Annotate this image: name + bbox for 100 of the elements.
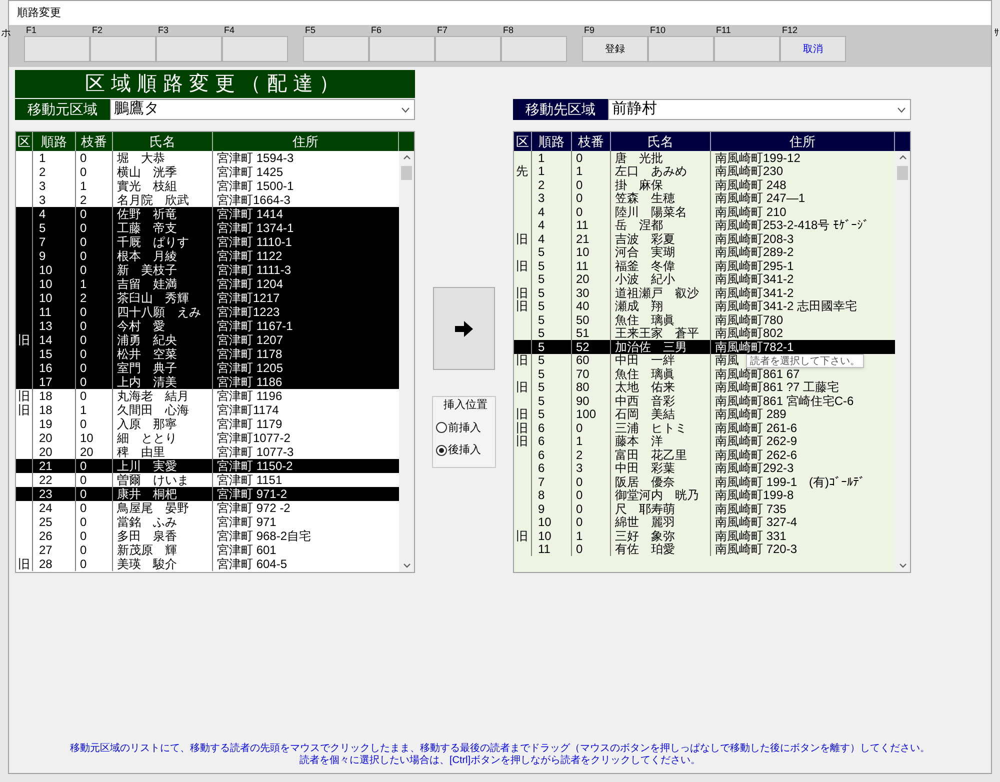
area-dropdown[interactable]: 鵬鷹タ (110, 99, 415, 120)
table-cell: 25 (39, 516, 52, 528)
list-row[interactable]: 17 0 上内 清美 宮津町 1186 (16, 375, 399, 389)
list-row[interactable]: 4 11 岳 涅都 南風崎町253-2-418号 ﾓｹﾞｰｼﾞ (514, 218, 895, 232)
list-row[interactable]: 5 10 河合 実瑚 南風崎町289-2 (514, 246, 895, 259)
list-row[interactable]: 16 0 室門 典子 宮津町 1205 (16, 361, 399, 375)
function-key-button[interactable] (90, 36, 156, 62)
list-row[interactable]: 15 0 松井 空菜 宮津町 1178 (16, 347, 399, 361)
list-row[interactable]: 旧 18 0 丸海老 結月 宮津町 1196 (16, 389, 399, 403)
scrollbar-thumb[interactable] (897, 166, 908, 180)
table-cell: 根本 月綾 (117, 250, 177, 262)
function-key-button[interactable] (501, 36, 567, 62)
list-row[interactable]: 5 90 中西 音彩 南風崎町861 宮崎住宅C-6 (514, 394, 895, 408)
scrollbar[interactable] (895, 151, 910, 572)
scroll-down-icon[interactable] (898, 563, 906, 568)
function-key-button[interactable] (222, 36, 288, 62)
list-row[interactable]: 4 0 佐野 祈竜 宮津町 1414 (16, 207, 399, 221)
list-row[interactable]: 4 0 陸川 陽菜名 南風崎町 210 (514, 205, 895, 218)
function-key-label: F11 (715, 25, 732, 36)
list-row[interactable]: 旧 5 80 太地 佑来 南風崎町861 ?7 工藤宅 (514, 380, 895, 394)
list-row[interactable]: 6 2 富田 花乙里 南風崎町 262-6 (514, 448, 895, 462)
list-row[interactable]: 9 0 尺 耶寿萌 南風崎町 735 (514, 502, 895, 516)
function-key-button[interactable] (24, 36, 90, 62)
scrollbar[interactable] (399, 151, 414, 572)
move-button[interactable] (433, 287, 495, 370)
list-row[interactable]: 5 0 工藤 帝支 宮津町 1374-1 (16, 221, 399, 235)
list-row[interactable]: 1 0 唐 光批 南風崎町199-12 (514, 151, 895, 164)
list-row[interactable]: 21 0 上川 実愛 宮津町 1150-2 (16, 459, 399, 473)
table-cell: 宮津町 1414 (217, 208, 284, 220)
list-row[interactable]: 10 0 新 美枝子 宮津町 1111-3 (16, 263, 399, 277)
table-cell: 0 (80, 516, 87, 528)
list-row[interactable]: 旧 4 21 吉波 彩夏 南風崎町208-3 (514, 232, 895, 246)
scroll-up-icon[interactable] (898, 155, 906, 160)
list-row[interactable]: 5 20 小波 紀小 南風崎町341-2 (514, 272, 895, 286)
list-row[interactable]: 旧 5 30 道祖瀬戸 叡沙 南風崎町341-2 (514, 286, 895, 300)
list-row[interactable]: 7 0 千厩 ぱりす 宮津町 1110-1 (16, 235, 399, 249)
list-row[interactable]: 20 10 細 ととり 宮津町1077-2 (16, 431, 399, 445)
function-key-button[interactable] (648, 36, 714, 62)
list-row[interactable]: 5 52 加治佐 三男 南風崎町782-1 (514, 340, 895, 354)
list-row[interactable]: 23 0 康井 桐杷 宮津町 971-2 (16, 487, 399, 501)
list-row[interactable]: 旧 14 0 浦勇 紀央 宮津町 1207 (16, 333, 399, 347)
function-key-button[interactable] (714, 36, 780, 62)
list-row[interactable]: 2 0 掛 麻保 南風崎町 248 (514, 178, 895, 192)
list-row[interactable]: 26 0 多田 泉香 宮津町 968-2自宅 (16, 529, 399, 543)
list-row[interactable]: 19 0 入原 那寧 宮津町 1179 (16, 417, 399, 431)
list-row[interactable]: 27 0 新茂原 輝 宮津町 601 (16, 543, 399, 557)
list-row[interactable]: 24 0 鳥屋尾 晏野 宮津町 972 -2 (16, 501, 399, 515)
list-row[interactable]: 13 0 今村 愛 宮津町 1167-1 (16, 319, 399, 333)
list-row[interactable]: 11 0 四十八願 えみ 宮津町1223 (16, 305, 399, 319)
function-key-button[interactable] (156, 36, 222, 62)
list-row[interactable]: 2 0 横山 洸季 宮津町 1425 (16, 165, 399, 179)
list-row[interactable]: 6 3 中田 彩葉 南風崎町292-3 (514, 462, 895, 475)
radio-option[interactable]: 前挿入 (436, 420, 481, 436)
table-cell: 旧 (516, 381, 528, 394)
radio-icon[interactable] (436, 422, 447, 434)
function-key-button[interactable] (369, 36, 435, 62)
function-key-button[interactable] (303, 36, 369, 62)
area-dropdown[interactable]: 前静村 (608, 99, 911, 120)
table-cell: 1 (576, 530, 583, 542)
list-row[interactable]: 5 70 魚住 璃眞 南風崎町861 67 (514, 367, 895, 380)
list-row[interactable]: 10 1 吉留 娃満 宮津町 1204 (16, 277, 399, 291)
scroll-up-icon[interactable] (402, 155, 410, 160)
list-row[interactable]: 先 1 1 左口 あみめ 南風崎町230 (514, 164, 895, 178)
table-cell: 1 (80, 404, 87, 416)
list-row[interactable]: 3 0 笠森 生穂 南風崎町 247―1 (514, 192, 895, 205)
table-cell: 掛 麻保 (615, 178, 663, 191)
list-row[interactable]: 10 0 綿世 麗羽 南風崎町 327-4 (514, 516, 895, 529)
dropdown-caret-icon[interactable] (401, 106, 410, 112)
function-key-button[interactable]: 登録 (582, 36, 648, 62)
list-row[interactable]: 旧 6 1 藤本 洋 南風崎町 262-9 (514, 434, 895, 448)
list-row[interactable]: 9 0 根本 月綾 宮津町 1122 (16, 249, 399, 263)
radio-option[interactable]: 後挿入 (436, 442, 481, 458)
list-row[interactable]: 25 0 當銘 ふみ 宮津町 971 (16, 515, 399, 529)
list-row[interactable]: 8 0 御堂河内 晄乃 南風崎町199-8 (514, 488, 895, 502)
scroll-down-icon[interactable] (402, 563, 410, 568)
list-row[interactable]: 旧 6 0 三浦 ヒトミ 南風崎町 261-6 (514, 421, 895, 434)
table-cell: 24 (39, 502, 52, 514)
function-key-button[interactable]: 取消 (780, 36, 846, 62)
table-cell: 曽爾 けいま (117, 474, 189, 486)
table-cell: 旧 (516, 354, 528, 366)
list-row[interactable]: 旧 5 40 瀬成 翔 南風崎町341-2 志田國幸宅 (514, 300, 895, 313)
list-row[interactable]: 3 1 實光 枝組 宮津町 1500-1 (16, 179, 399, 193)
list-row[interactable]: 1 0 堀 大恭 宮津町 1594-3 (16, 151, 399, 165)
list-row[interactable]: 11 0 有佐 珀愛 南風崎町 720-3 (514, 542, 895, 556)
list-row[interactable]: 旧 18 1 久間田 心海 宮津町1174 (16, 403, 399, 417)
list-row[interactable]: 旧 5 100 石岡 美結 南風崎町 289 (514, 408, 895, 421)
list-row[interactable]: 旧 10 1 三好 象弥 南風崎町 331 (514, 529, 895, 542)
list-row[interactable]: 7 0 阪居 優奈 南風崎町 199-1 (有)ｺﾞｰﾙﾃﾞ (514, 475, 895, 488)
table-cell: 5 (538, 327, 545, 340)
list-row[interactable]: 10 2 茶臼山 秀輝 宮津町1217 (16, 291, 399, 305)
list-row[interactable]: 5 50 魚住 璃眞 南風崎町780 (514, 313, 895, 326)
list-row[interactable]: 旧 5 11 福釜 冬偉 南風崎町295-1 (514, 259, 895, 272)
background-window-text: ホ (1, 27, 11, 41)
dropdown-caret-icon[interactable] (897, 106, 906, 112)
function-key-button[interactable] (435, 36, 501, 62)
table-cell: 南風崎町 331 (715, 530, 786, 542)
list-row[interactable]: 旧 28 0 美瑛 駿介 宮津町 604-5 (16, 557, 399, 571)
table-cell: 道祖瀬戸 叡沙 (615, 286, 699, 299)
radio-icon[interactable] (436, 444, 447, 456)
scrollbar-thumb[interactable] (401, 166, 412, 180)
